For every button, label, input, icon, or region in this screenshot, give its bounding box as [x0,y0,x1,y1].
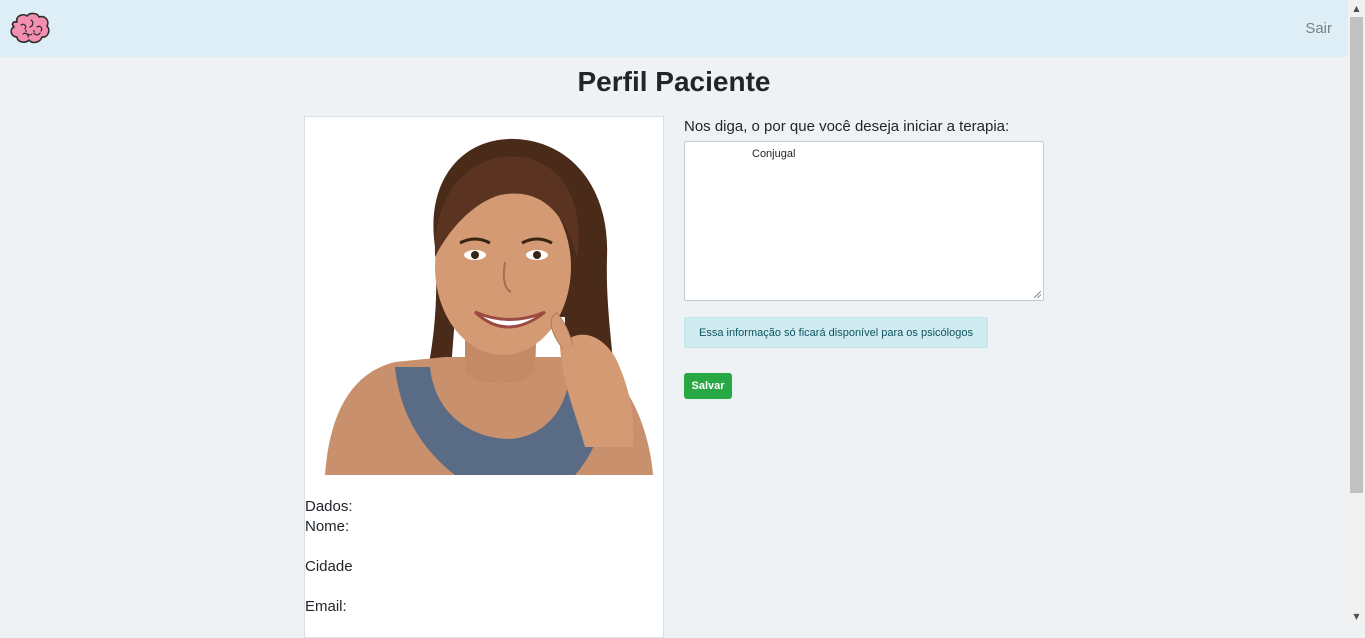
scroll-up-arrow-icon[interactable]: ▲ [1348,0,1365,17]
therapy-reason-textarea[interactable]: Conjugal [684,141,1044,301]
vertical-scrollbar[interactable]: ▲ ▼ [1348,0,1365,625]
page-title: Perfil Paciente [577,66,771,97]
therapy-reason-value: Conjugal [752,148,796,160]
patient-photo [315,117,653,475]
profile-card: Dados: Nome: Cidade Email: [304,116,664,638]
name-label: Nome: [305,518,350,535]
logout-link[interactable]: Sair [1305,20,1332,37]
data-heading: Dados: [305,498,353,515]
top-navbar: Sair [0,0,1348,57]
privacy-info-alert: Essa informação só ficará disponível par… [684,317,988,348]
resize-handle-icon[interactable] [1034,291,1041,298]
scroll-down-arrow-icon[interactable]: ▼ [1348,608,1365,625]
therapy-question-label: Nos diga, o por que você deseja iniciar … [684,118,1010,135]
save-button[interactable]: Salvar [684,373,732,399]
patient-data: Dados: Nome: Cidade Email: [305,497,353,617]
email-label: Email: [305,598,347,615]
city-label: Cidade [305,558,353,575]
brain-icon[interactable] [9,12,51,46]
scrollbar-thumb[interactable] [1350,17,1363,493]
